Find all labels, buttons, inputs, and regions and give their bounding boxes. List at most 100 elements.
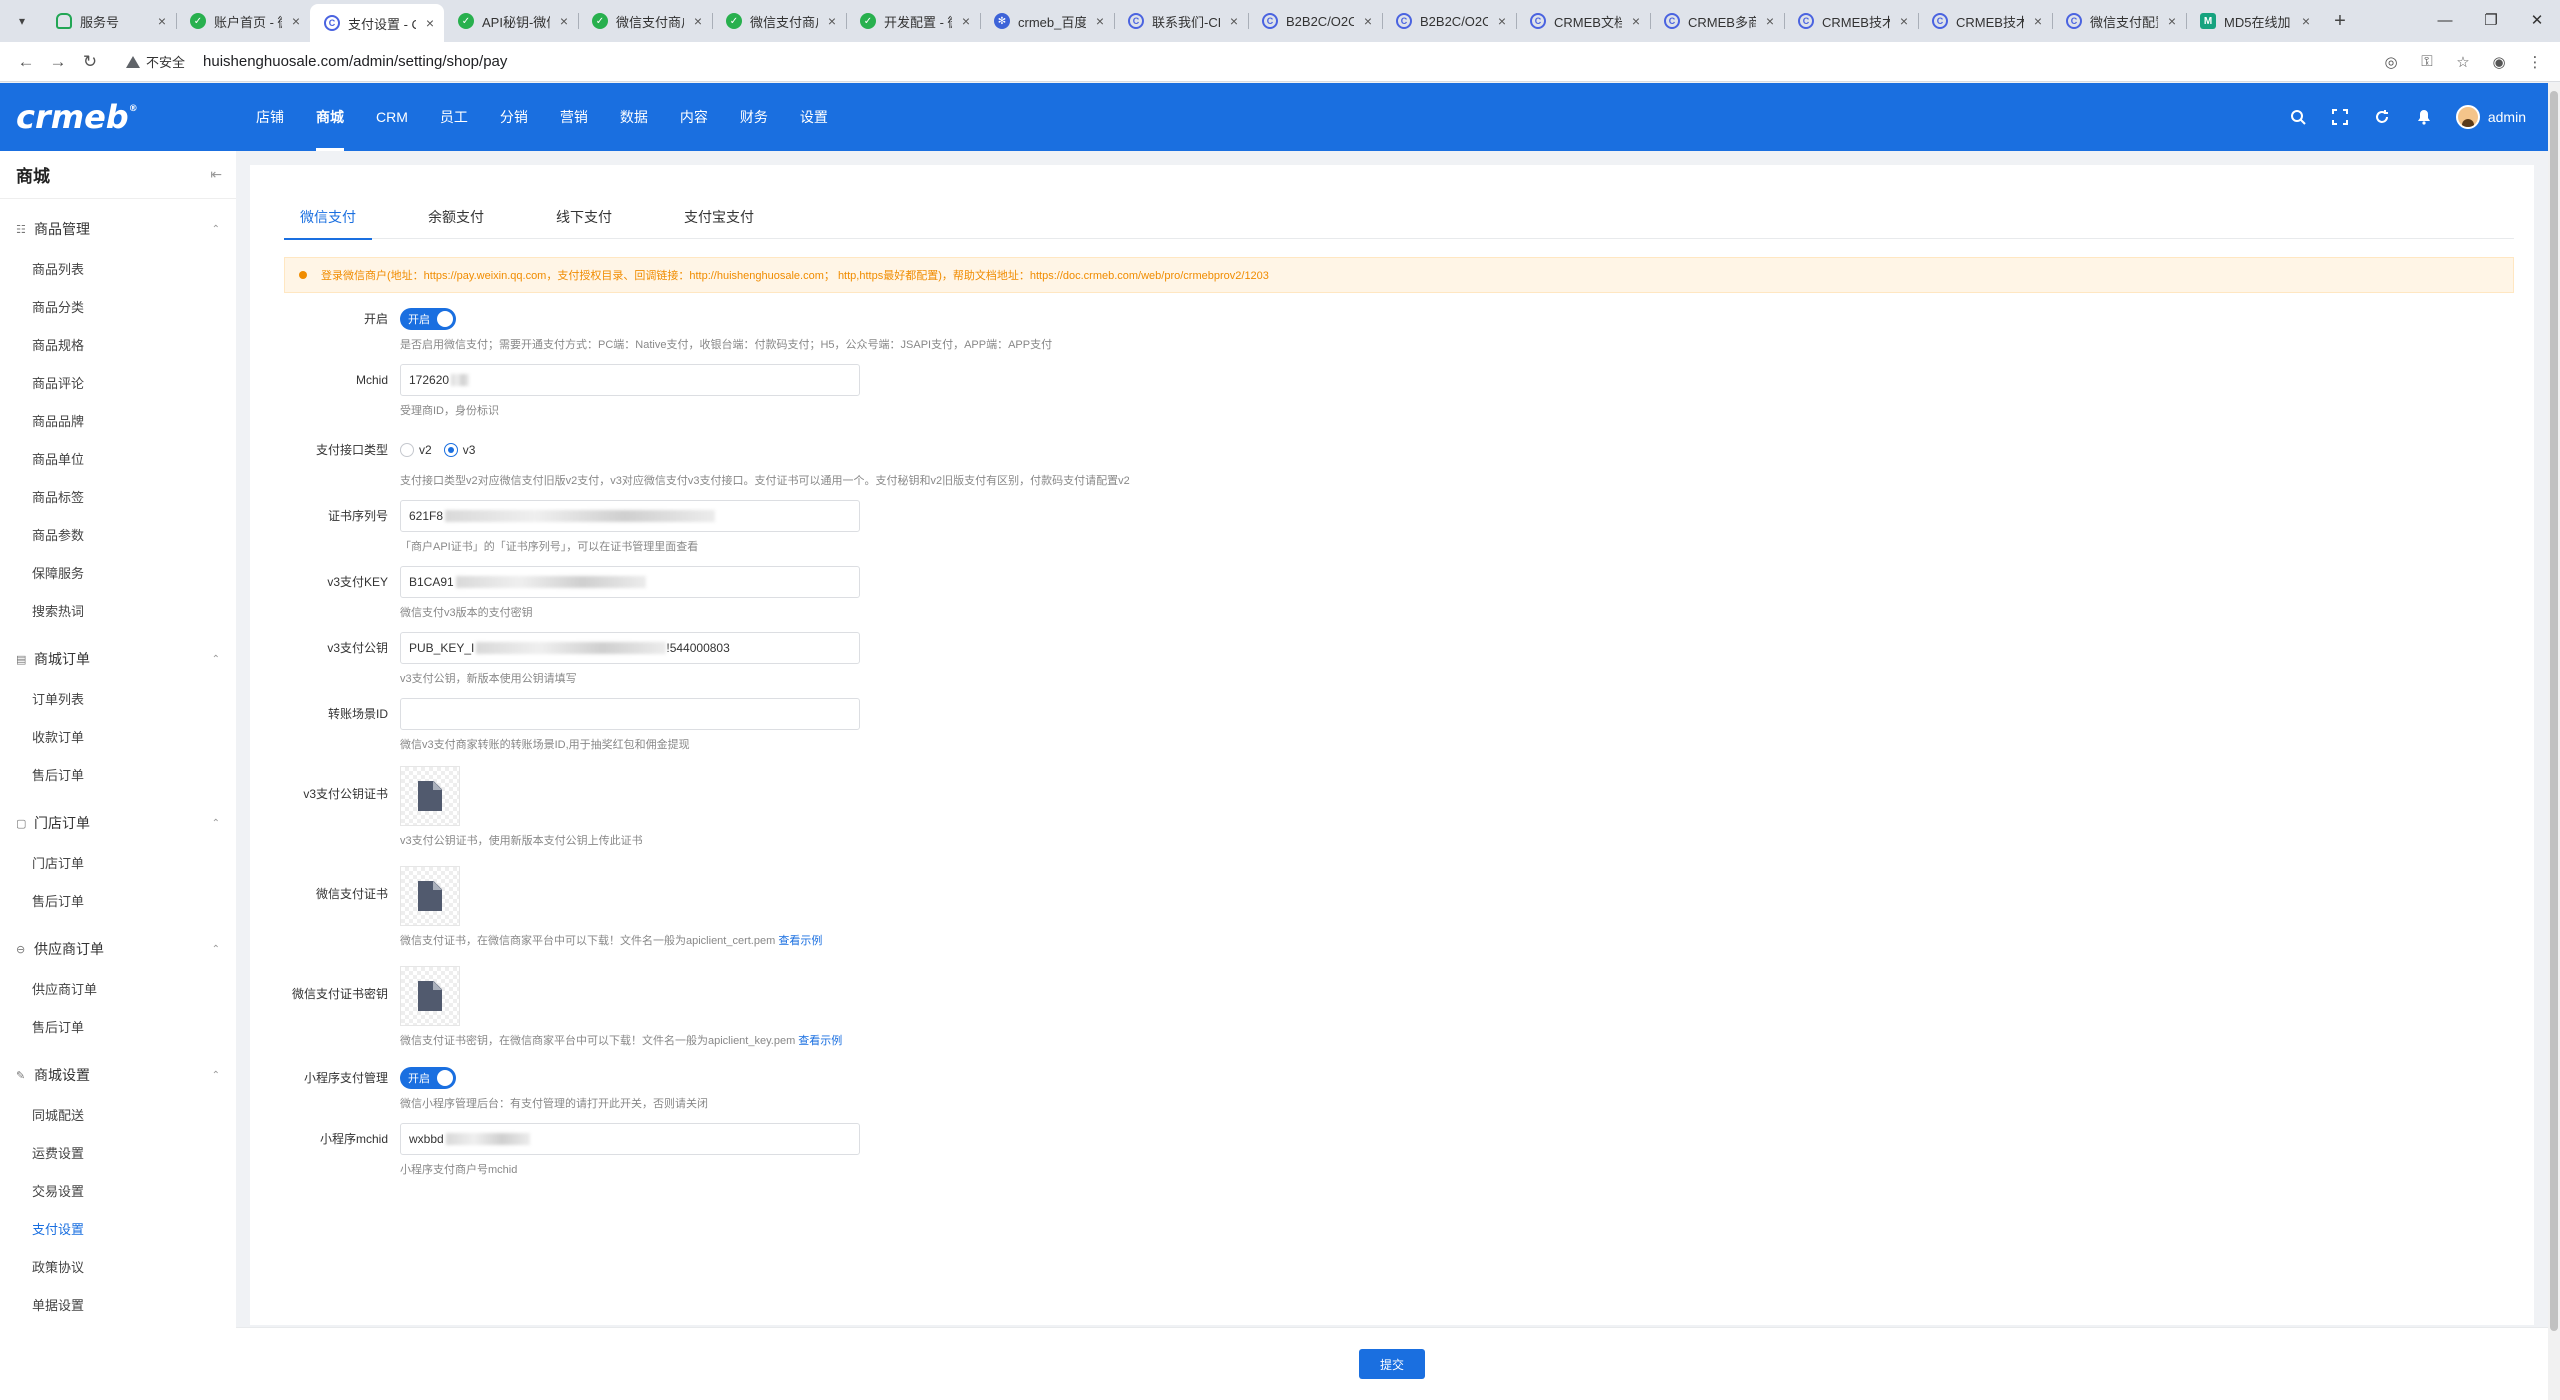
view-example-link[interactable]: 查看示例: [778, 935, 822, 947]
close-tab-icon[interactable]: ×: [828, 13, 836, 29]
sidebar-item[interactable]: 单据设置: [32, 1285, 140, 1323]
sidebar-group-header[interactable]: ⊖ 供应商订单 ⌃: [0, 929, 236, 969]
sidebar-item[interactable]: 同城配送: [32, 1095, 140, 1133]
key-icon[interactable]: ⚿: [2412, 47, 2442, 77]
fullscreen-icon[interactable]: [2330, 107, 2350, 127]
payment-tab[interactable]: 支付宝支付: [668, 195, 770, 239]
sidebar-item[interactable]: 商品规格: [32, 325, 140, 363]
close-tab-icon[interactable]: ×: [962, 13, 970, 29]
close-tab-icon[interactable]: ×: [426, 15, 434, 31]
bell-icon[interactable]: [2414, 107, 2434, 127]
bookmark-star-icon[interactable]: ☆: [2448, 47, 2478, 77]
logo[interactable]: crmeb ®: [0, 98, 240, 136]
tab-search-icon[interactable]: ▾: [8, 7, 36, 35]
mini-mchid-input[interactable]: wxbbd: [400, 1123, 860, 1155]
topnav-item[interactable]: 员工: [424, 83, 484, 151]
payment-tab[interactable]: 微信支付: [284, 195, 372, 240]
url-text[interactable]: huishenghuosale.com/admin/setting/shop/p…: [203, 53, 507, 70]
omnibox[interactable]: 不安全 huishenghuosale.com/admin/setting/sh…: [114, 46, 2376, 78]
page-scrollbar[interactable]: [2548, 83, 2560, 1400]
enable-switch[interactable]: 开启: [400, 308, 456, 330]
sidebar-item[interactable]: 售后订单: [32, 881, 140, 919]
search-icon[interactable]: [2288, 107, 2308, 127]
close-tab-icon[interactable]: ×: [1632, 13, 1640, 29]
browser-tab[interactable]: 支付设置 - C ×: [310, 4, 444, 42]
close-tab-icon[interactable]: ×: [292, 13, 300, 29]
radio-v2[interactable]: v2: [400, 443, 432, 457]
sidebar-item[interactable]: 支付设置: [32, 1209, 140, 1247]
browser-tab[interactable]: ✓ API秘钥-微信 ×: [444, 4, 578, 38]
sidebar-item[interactable]: 商品标签: [32, 477, 140, 515]
browser-tab[interactable]: 微信支付配置 ×: [2052, 4, 2186, 38]
topnav-item[interactable]: 内容: [664, 83, 724, 151]
new-tab-icon[interactable]: +: [2326, 7, 2354, 35]
sidebar-item[interactable]: 保障服务: [32, 553, 140, 591]
browser-tab[interactable]: 服务号 ×: [42, 4, 176, 38]
browser-tab[interactable]: M MD5在线加 ×: [2186, 4, 2320, 38]
sidebar-item[interactable]: 商品分类: [32, 287, 140, 325]
back-icon[interactable]: ←: [10, 46, 42, 78]
browser-tab[interactable]: ✓ 开发配置 - 微 ×: [846, 4, 980, 38]
browser-tab[interactable]: ✓ 账户首页 - 微 ×: [176, 4, 310, 38]
topnav-item[interactable]: 数据: [604, 83, 664, 151]
topnav-item[interactable]: 商城: [300, 83, 360, 151]
browser-tab[interactable]: B2B2C/O2O ×: [1382, 4, 1516, 38]
browser-menu-icon[interactable]: ⋮: [2520, 47, 2550, 77]
browser-tab[interactable]: CRMEB技术 ×: [1918, 4, 2052, 38]
close-tab-icon[interactable]: ×: [1364, 13, 1372, 29]
close-tab-icon[interactable]: ×: [2168, 13, 2176, 29]
browser-tab[interactable]: B2B2C/O2O ×: [1248, 4, 1382, 38]
browser-tab[interactable]: CRMEB技术 ×: [1784, 4, 1918, 38]
reload-icon[interactable]: ↻: [74, 46, 106, 78]
browser-tab[interactable]: CRMEB文档 ×: [1516, 4, 1650, 38]
radio-v3[interactable]: v3: [443, 443, 475, 457]
forward-icon[interactable]: →: [42, 46, 74, 78]
sidebar-item[interactable]: 政策协议: [32, 1247, 140, 1285]
v3-key-input[interactable]: B1CA91: [400, 566, 860, 598]
sidebar-item[interactable]: 搜索热词: [32, 591, 140, 629]
restore-icon[interactable]: ❐: [2468, 0, 2514, 40]
sidebar-item[interactable]: 门店订单: [32, 843, 140, 881]
sidebar-group-header[interactable]: ▤ 商城订单 ⌃: [0, 639, 236, 679]
sidebar-item[interactable]: 商品单位: [32, 439, 140, 477]
user-menu[interactable]: admin: [2455, 105, 2526, 129]
close-tab-icon[interactable]: ×: [2302, 13, 2310, 29]
mchid-input[interactable]: 172620: [400, 364, 860, 396]
close-tab-icon[interactable]: ×: [1096, 13, 1104, 29]
security-indicator[interactable]: 不安全: [126, 52, 195, 71]
cert-upload[interactable]: [400, 866, 460, 926]
sidebar-item[interactable]: 商品品牌: [32, 401, 140, 439]
browser-tab[interactable]: 联系我们-CR ×: [1114, 4, 1248, 38]
sidebar-group-header[interactable]: ▢ 门店订单 ⌃: [0, 803, 236, 843]
close-tab-icon[interactable]: ×: [694, 13, 702, 29]
collapse-sidebar-icon[interactable]: ⇤: [210, 166, 222, 183]
sidebar-item[interactable]: 商品列表: [32, 249, 140, 287]
view-example-link[interactable]: 查看示例: [798, 1035, 842, 1047]
sidebar-group-header[interactable]: ☷ 商品管理 ⌃: [0, 209, 236, 249]
scrollbar-thumb[interactable]: [2550, 91, 2558, 1331]
topnav-item[interactable]: 店铺: [240, 83, 300, 151]
browser-tab[interactable]: CRMEB多商 ×: [1650, 4, 1784, 38]
close-window-icon[interactable]: ✕: [2514, 0, 2560, 40]
topnav-item[interactable]: 财务: [724, 83, 784, 151]
v3-pubkey-cert-upload[interactable]: [400, 766, 460, 826]
topnav-item[interactable]: CRM: [360, 83, 424, 151]
sidebar-item[interactable]: 售后订单: [32, 755, 140, 793]
close-tab-icon[interactable]: ×: [158, 13, 166, 29]
v3-pubkey-input[interactable]: PUB_KEY_I !544000803: [400, 632, 860, 664]
minimize-icon[interactable]: —: [2422, 0, 2468, 40]
close-tab-icon[interactable]: ×: [1230, 13, 1238, 29]
transfer-scene-input[interactable]: [400, 698, 860, 730]
refresh-icon[interactable]: [2372, 107, 2392, 127]
cert-key-upload[interactable]: [400, 966, 460, 1026]
sidebar-item[interactable]: 收款订单: [32, 717, 140, 755]
topnav-item[interactable]: 分销: [484, 83, 544, 151]
close-tab-icon[interactable]: ×: [560, 13, 568, 29]
browser-tab[interactable]: ✓ 微信支付商户 ×: [712, 4, 846, 38]
profile-icon[interactable]: ◉: [2484, 47, 2514, 77]
serial-no-input[interactable]: 621F8: [400, 500, 860, 532]
sidebar-item[interactable]: 运费设置: [32, 1133, 140, 1171]
close-tab-icon[interactable]: ×: [1498, 13, 1506, 29]
eye-off-icon[interactable]: ◎: [2376, 47, 2406, 77]
close-tab-icon[interactable]: ×: [1766, 13, 1774, 29]
